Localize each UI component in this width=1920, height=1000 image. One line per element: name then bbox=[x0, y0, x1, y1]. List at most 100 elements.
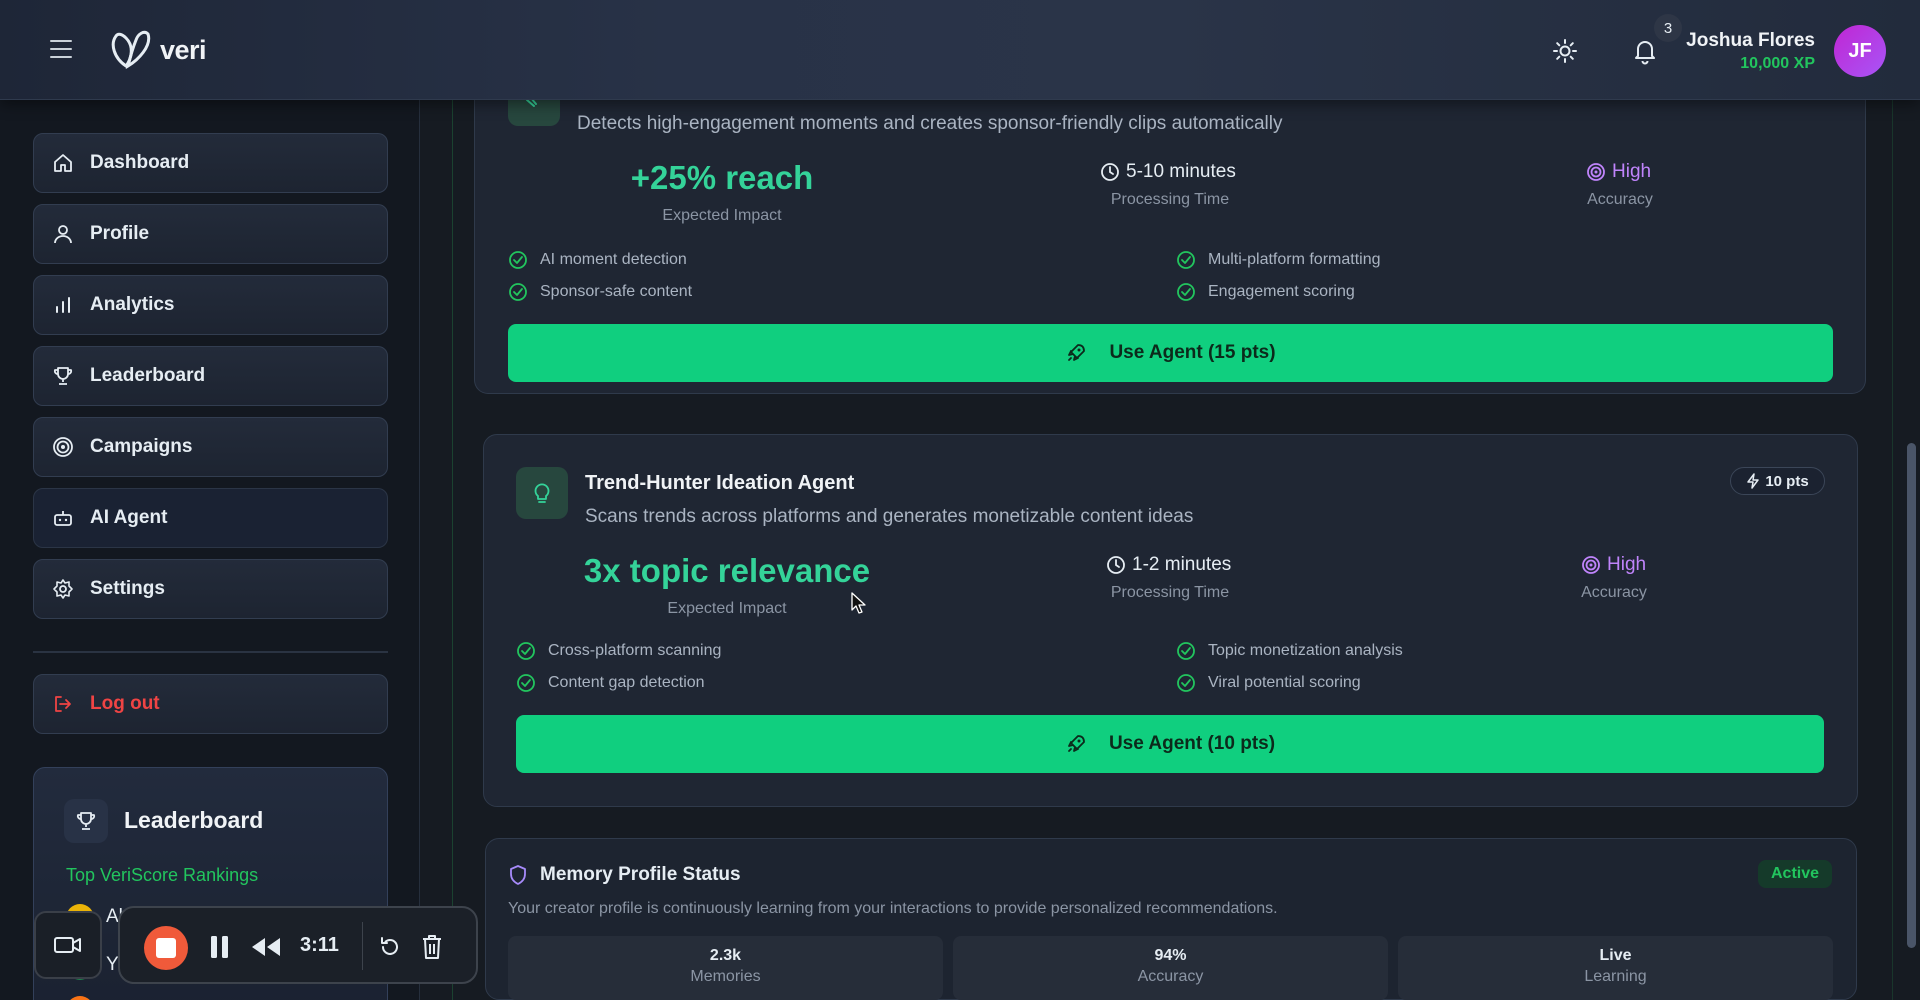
memory-stat-label: Accuracy bbox=[1137, 968, 1204, 985]
pause-icon[interactable] bbox=[208, 934, 232, 960]
feature-label: Cross-platform scanning bbox=[548, 642, 722, 659]
impact-label: Expected Impact bbox=[667, 600, 787, 617]
accuracy-value: High bbox=[1607, 554, 1647, 575]
rank-badge bbox=[66, 996, 94, 1000]
notification-badge: 3 bbox=[1654, 14, 1682, 42]
sidebar-item-ai-agent[interactable]: AI Agent bbox=[33, 488, 388, 548]
user-xp: 10,000 XP bbox=[1740, 55, 1815, 72]
menu-icon[interactable] bbox=[50, 40, 72, 64]
screen-recorder-toolbar: 3:11 bbox=[118, 906, 478, 984]
app-name: veri bbox=[160, 34, 207, 65]
accuracy-label: Accuracy bbox=[1587, 191, 1653, 208]
processing-time-label: Processing Time bbox=[1110, 191, 1230, 208]
leaderboard-widget-subtitle: Top VeriScore Rankings bbox=[66, 865, 259, 885]
bot-icon bbox=[54, 511, 72, 526]
sidebar-divider bbox=[33, 651, 388, 653]
feature-label: Engagement scoring bbox=[1208, 283, 1355, 300]
processing-time-label: Processing Time bbox=[1110, 584, 1230, 601]
veri-logo-icon bbox=[111, 30, 151, 70]
feature-label: Content gap detection bbox=[548, 674, 705, 691]
processing-time-value: 5-10 minutes bbox=[1126, 161, 1236, 182]
stop-recording-button[interactable] bbox=[144, 926, 188, 970]
leaderboard-row-name: Y bbox=[106, 954, 119, 975]
use-agent-label: Use Agent (15 pts) bbox=[1109, 342, 1276, 363]
sidebar-item-label: Settings bbox=[90, 578, 165, 599]
accuracy: High bbox=[1586, 161, 1651, 183]
sidebar-item-profile[interactable]: Profile bbox=[33, 204, 388, 264]
feature-label: Multi-platform formatting bbox=[1208, 251, 1381, 268]
logout-icon bbox=[55, 696, 71, 712]
user-name: Joshua Flores bbox=[1686, 30, 1815, 51]
recording-timer: 3:11 bbox=[300, 934, 339, 956]
sidebar-item-campaigns[interactable]: Campaigns bbox=[33, 417, 388, 477]
accuracy-label: Accuracy bbox=[1581, 584, 1647, 601]
camera-toggle-button[interactable] bbox=[34, 911, 102, 979]
use-agent-button[interactable]: Use Agent (10 pts) bbox=[516, 715, 1824, 773]
gear-icon bbox=[53, 579, 73, 599]
feature-label: Viral potential scoring bbox=[1208, 674, 1361, 691]
trash-icon[interactable] bbox=[420, 933, 444, 961]
target-icon bbox=[1582, 556, 1600, 574]
logout-label: Log out bbox=[90, 693, 160, 714]
check-circle-icon bbox=[1177, 283, 1195, 301]
agent-description: Scans trends across platforms and genera… bbox=[585, 506, 1194, 527]
scrollbar[interactable] bbox=[1907, 443, 1916, 948]
agent-title: Trend-Hunter Ideation Agent bbox=[585, 472, 855, 494]
lightning-icon bbox=[1747, 473, 1760, 489]
agent-description: Detects high-engagement moments and crea… bbox=[577, 113, 1283, 134]
target-icon bbox=[53, 437, 73, 457]
sidebar-item-label: Leaderboard bbox=[90, 365, 206, 386]
check-circle-icon bbox=[1177, 674, 1195, 692]
feature-item: Content gap detection bbox=[516, 673, 705, 693]
sidebar-item-dashboard[interactable]: Dashboard bbox=[33, 133, 388, 193]
impact-label: Expected Impact bbox=[662, 207, 782, 224]
processing-time-value: 1-2 minutes bbox=[1132, 554, 1232, 575]
rocket-icon bbox=[1068, 735, 1085, 752]
memory-stat: Live Learning bbox=[1398, 936, 1833, 1000]
content-border bbox=[452, 100, 453, 1000]
sun-icon[interactable] bbox=[1552, 38, 1578, 64]
feature-item: Multi-platform formatting bbox=[1176, 250, 1381, 270]
app-logo[interactable]: veri bbox=[108, 28, 207, 72]
impact-value: 3x topic relevance bbox=[583, 552, 871, 589]
content-border bbox=[1892, 100, 1893, 1000]
video-camera-icon bbox=[54, 937, 81, 953]
memory-stat-value: 2.3k bbox=[709, 947, 742, 964]
check-circle-icon bbox=[1177, 642, 1195, 660]
user-icon bbox=[54, 225, 72, 244]
avatar[interactable]: JF bbox=[1834, 25, 1886, 77]
rewind-icon[interactable] bbox=[250, 936, 282, 958]
sidebar-item-label: AI Agent bbox=[90, 507, 168, 528]
use-agent-button[interactable]: Use Agent (15 pts) bbox=[508, 324, 1833, 382]
points-badge: 10 pts bbox=[1730, 467, 1825, 495]
memory-stat-label: Memories bbox=[690, 968, 761, 985]
shield-icon bbox=[510, 865, 526, 885]
clock-icon bbox=[1101, 163, 1119, 181]
sidebar-item-settings[interactable]: Settings bbox=[33, 559, 388, 619]
check-circle-icon bbox=[509, 283, 527, 301]
logout-button[interactable]: Log out bbox=[33, 674, 388, 734]
memory-stat-label: Learning bbox=[1584, 968, 1647, 985]
trophy-icon bbox=[64, 799, 108, 843]
lightbulb-icon bbox=[516, 467, 568, 519]
feature-label: AI moment detection bbox=[540, 251, 687, 268]
memory-stat-value: 94% bbox=[1154, 947, 1187, 964]
status-badge: Active bbox=[1758, 860, 1832, 888]
memory-description: Your creator profile is continuously lea… bbox=[508, 900, 1278, 917]
restart-icon[interactable] bbox=[378, 935, 402, 959]
processing-time: 1-2 minutes bbox=[1106, 554, 1231, 576]
feature-item: Topic monetization analysis bbox=[1176, 641, 1403, 661]
leaderboard-widget-title: Leaderboard bbox=[124, 807, 264, 833]
sidebar: Dashboard Profile Analytics Leaderboard … bbox=[0, 100, 420, 1000]
feature-item: Engagement scoring bbox=[1176, 282, 1355, 302]
sidebar-item-leaderboard[interactable]: Leaderboard bbox=[33, 346, 388, 406]
sidebar-item-analytics[interactable]: Analytics bbox=[33, 275, 388, 335]
feature-item: Viral potential scoring bbox=[1176, 673, 1361, 693]
bell-icon[interactable] bbox=[1632, 37, 1658, 65]
use-agent-label: Use Agent (10 pts) bbox=[1108, 733, 1276, 754]
check-circle-icon bbox=[1177, 251, 1195, 269]
bar-chart-icon bbox=[56, 297, 70, 313]
feature-label: Sponsor-safe content bbox=[540, 283, 693, 300]
processing-time: 5-10 minutes bbox=[1100, 161, 1236, 183]
memory-stat: 2.3k Memories bbox=[508, 936, 943, 1000]
